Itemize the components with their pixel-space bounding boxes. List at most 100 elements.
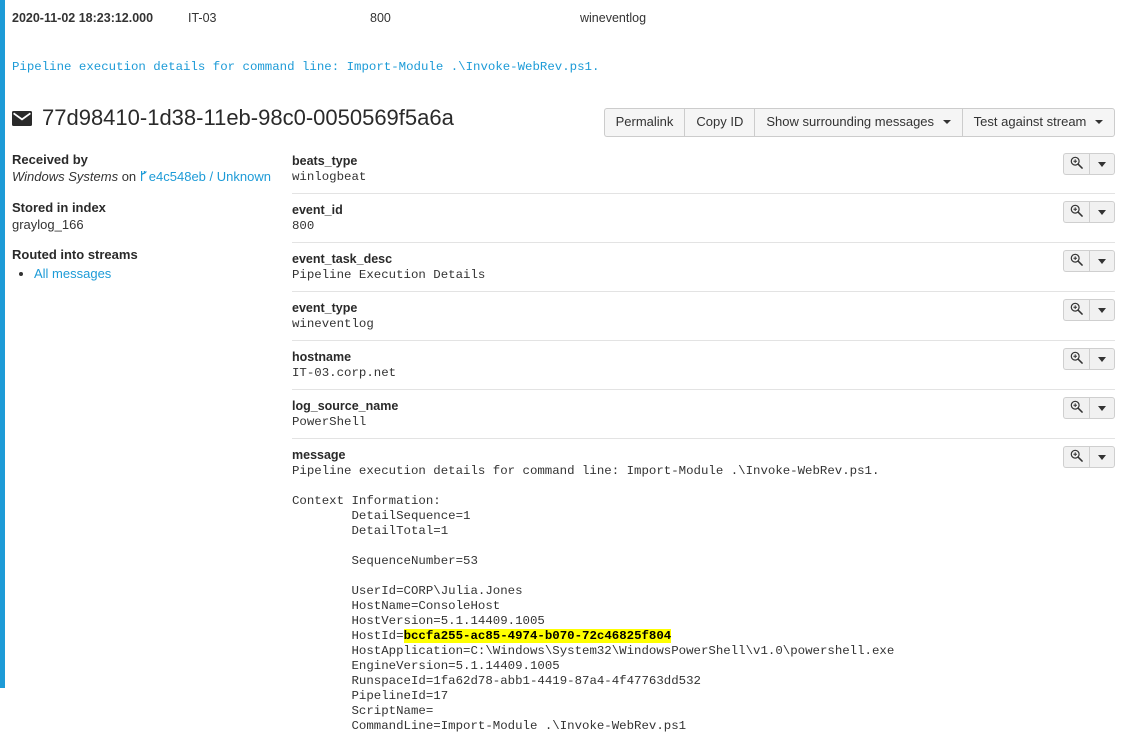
routed-into-streams-block: Routed into streams All messages — [12, 247, 274, 282]
field-value: PowerShell — [292, 415, 367, 429]
test-against-stream-button[interactable]: Test against stream — [961, 108, 1115, 137]
field-row: log_source_name PowerShell — [292, 389, 1115, 438]
field-actions — [1063, 153, 1115, 175]
field-search-button[interactable] — [1063, 250, 1089, 272]
field-row: event_id 800 — [292, 193, 1115, 242]
show-surrounding-messages-label: Show surrounding messages — [766, 114, 935, 129]
field-actions — [1063, 446, 1115, 468]
field-row: hostname IT-03.corp.net — [292, 340, 1115, 389]
field-dropdown-button[interactable] — [1089, 446, 1115, 468]
field-dropdown-button[interactable] — [1089, 299, 1115, 321]
stream-list: All messages — [12, 265, 274, 282]
caret-down-icon — [1098, 161, 1106, 167]
field-key: event_id — [292, 203, 343, 217]
field-key: hostname — [292, 350, 352, 364]
field-key: message — [292, 448, 346, 462]
message-metadata-sidebar: Received by Windows Systems on e4c548eb … — [12, 152, 274, 296]
field-search-button[interactable] — [1063, 153, 1089, 175]
permalink-button-label: Permalink — [615, 114, 674, 129]
caret-down-icon — [1098, 356, 1106, 362]
received-by-title: Received by — [12, 152, 88, 167]
caret-down-icon — [1098, 454, 1106, 460]
highlighted-value: bccfa255-ac85-4974-b070-72c46825f804 — [403, 629, 672, 643]
field-key: log_source_name — [292, 399, 399, 413]
preview-timestamp: 2020-11-02 18:23:12.000 — [12, 11, 154, 25]
field-key: event_task_desc — [292, 252, 393, 266]
preview-columns: 2020-11-02 18:23:12.000 IT-03 800 wineve… — [12, 0, 1139, 25]
page-title: 77d98410-1d38-11eb-98c0-0050569f5a6a — [12, 100, 454, 136]
zoom-in-icon — [1070, 449, 1083, 465]
field-dropdown-button[interactable] — [1089, 348, 1115, 370]
preview-line-1: Pipeline execution details for command l… — [12, 60, 600, 74]
stored-in-index-title: Stored in index — [12, 200, 106, 215]
preview-source: IT-03 — [188, 11, 217, 25]
receiving-node-separator: / — [205, 169, 217, 184]
received-by-input-name: Windows Systems — [12, 169, 119, 184]
receiving-node-link[interactable]: e4c548eb / Unknown — [140, 169, 271, 184]
field-value: Pipeline Execution Details — [292, 268, 486, 282]
field-value: IT-03.corp.net — [292, 366, 397, 380]
field-search-button[interactable] — [1063, 299, 1089, 321]
zoom-in-icon — [1070, 156, 1083, 172]
received-by-on-word: on — [121, 169, 137, 184]
field-actions — [1063, 250, 1115, 272]
field-value: winlogbeat — [292, 170, 367, 184]
field-search-button[interactable] — [1063, 446, 1089, 468]
field-key: beats_type — [292, 154, 358, 168]
chevron-down-icon — [1095, 119, 1103, 124]
message-fields-list: beats_type winlogbeat event_id 800 event_tas… — [292, 148, 1115, 742]
receiving-node-id: e4c548eb — [148, 169, 206, 184]
field-row: beats_type winlogbeat — [292, 148, 1115, 193]
message-preview-row[interactable]: 2020-11-02 18:23:12.000 IT-03 800 wineve… — [0, 0, 1139, 96]
caret-down-icon — [1098, 307, 1106, 313]
list-item: All messages — [34, 265, 274, 282]
field-value-segment: Pipeline execution details for command l… — [292, 464, 880, 643]
field-row: message Pipeline execution details for co… — [292, 438, 1115, 742]
field-search-button[interactable] — [1063, 397, 1089, 419]
routed-into-streams-title: Routed into streams — [12, 247, 138, 262]
field-actions — [1063, 201, 1115, 223]
preview-event-id: 800 — [370, 11, 391, 25]
code-fork-icon — [140, 170, 148, 186]
stream-link-all-messages[interactable]: All messages — [34, 266, 111, 281]
field-actions — [1063, 348, 1115, 370]
caret-down-icon — [1098, 258, 1106, 264]
field-key: event_type — [292, 301, 358, 315]
field-search-button[interactable] — [1063, 348, 1089, 370]
received-by-block: Received by Windows Systems on e4c548eb … — [12, 152, 274, 186]
field-dropdown-button[interactable] — [1089, 153, 1115, 175]
preview-event-type: wineventlog — [580, 11, 647, 25]
field-dropdown-button[interactable] — [1089, 250, 1115, 272]
message-id-text: 77d98410-1d38-11eb-98c0-0050569f5a6a — [42, 105, 454, 130]
message-body: Received by Windows Systems on e4c548eb … — [0, 148, 1139, 732]
field-value: wineventlog — [292, 317, 374, 331]
zoom-in-icon — [1070, 302, 1083, 318]
field-dropdown-button[interactable] — [1089, 397, 1115, 419]
field-actions — [1063, 299, 1115, 321]
test-against-stream-label: Test against stream — [973, 114, 1087, 129]
permalink-button[interactable]: Permalink — [603, 108, 685, 137]
field-dropdown-button[interactable] — [1089, 201, 1115, 223]
zoom-in-icon — [1070, 351, 1083, 367]
field-value-segment: HostApplication=C:\Windows\System32\Wind… — [351, 644, 895, 733]
chevron-down-icon — [942, 119, 951, 124]
caret-down-icon — [1098, 405, 1106, 411]
field-search-button[interactable] — [1063, 201, 1089, 223]
caret-down-icon — [1098, 209, 1106, 215]
receiving-node-name: Unknown — [216, 169, 271, 184]
message-header: 77d98410-1d38-11eb-98c0-0050569f5a6a Per… — [12, 100, 1127, 140]
envelope-icon — [12, 110, 32, 126]
preview-message-snippet: Pipeline execution details for command l… — [12, 25, 1139, 96]
stored-in-index-block: Stored in index graylog_166 — [12, 200, 274, 233]
copy-id-button[interactable]: Copy ID — [684, 108, 755, 137]
copy-id-button-label: Copy ID — [696, 114, 744, 129]
zoom-in-icon — [1070, 253, 1083, 269]
field-actions — [1063, 397, 1115, 419]
message-action-toolbar: Permalink Copy ID Show surrounding messa… — [603, 108, 1115, 137]
show-surrounding-messages-button[interactable]: Show surrounding messages — [754, 108, 962, 137]
field-row: event_type wineventlog — [292, 291, 1115, 340]
zoom-in-icon — [1070, 204, 1083, 220]
received-by-value: Windows Systems on e4c548eb / Unknown — [12, 169, 274, 186]
zoom-in-icon — [1070, 400, 1083, 416]
stored-in-index-value: graylog_166 — [12, 217, 84, 232]
